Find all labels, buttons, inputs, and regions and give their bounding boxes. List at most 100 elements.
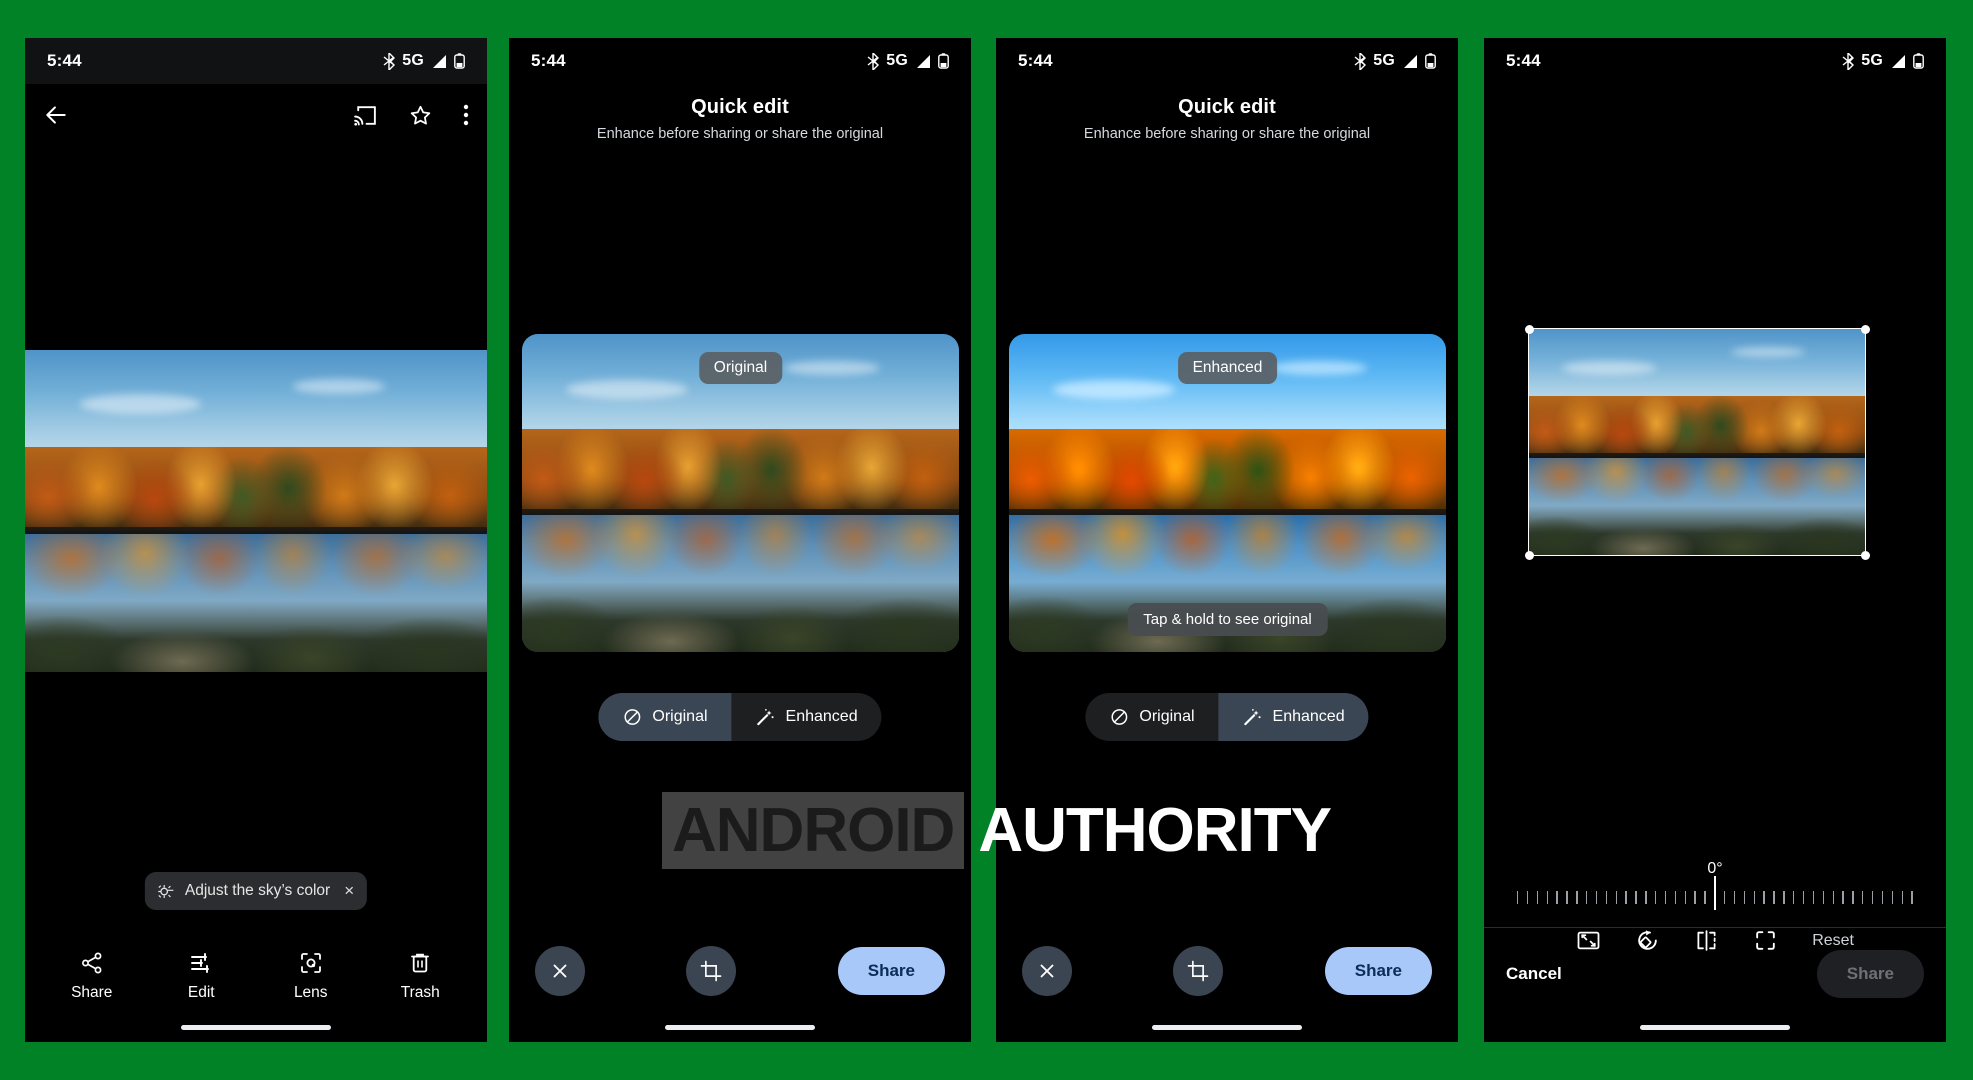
phone-panel-crop-editor: 5:44 5G 0° Reset Cancel Share <box>1484 38 1946 1042</box>
status-time: 5:44 <box>1018 51 1053 70</box>
crop-handle-top-right[interactable] <box>1860 324 1870 334</box>
bluetooth-icon <box>1842 52 1855 70</box>
bluetooth-icon <box>867 52 880 70</box>
bluetooth-icon <box>383 52 396 70</box>
ruler-tick <box>1901 890 1903 904</box>
status-bar: 5:44 5G <box>1484 38 1946 84</box>
home-indicator[interactable] <box>181 1025 331 1030</box>
close-icon <box>1040 964 1054 978</box>
ruler-tick <box>1625 890 1627 904</box>
share-button[interactable]: Share <box>1324 947 1432 995</box>
ruler-tick <box>1664 890 1667 904</box>
battery-icon <box>1425 53 1436 69</box>
crop-rotate-app: 5:44 5G 0° Reset Cancel Share <box>1484 38 1946 1042</box>
photos-viewer-app: 5:44 5G Adjust the sky’s color × Share E… <box>25 38 487 1042</box>
close-icon[interactable]: × <box>344 881 354 901</box>
magic-wand-icon <box>1243 707 1263 727</box>
crop-handle-bottom-left[interactable] <box>1524 550 1534 560</box>
signal-icon <box>1890 54 1906 69</box>
ruler-tick <box>1881 890 1884 904</box>
ruler-tick <box>1743 890 1746 904</box>
cancel-button[interactable]: Cancel <box>1506 964 1562 984</box>
nav-item-share[interactable]: Share <box>49 951 135 1002</box>
ruler-tick <box>1546 890 1548 904</box>
page-title: Quick edit <box>1178 96 1276 118</box>
close-icon <box>553 964 567 978</box>
phone-panel-quick-edit-enhanced: 5:44 5G Quick edit Enhance before sharin… <box>996 38 1458 1042</box>
share-icon <box>80 951 104 975</box>
page-subtitle: Enhance before sharing or share the orig… <box>596 126 884 142</box>
crop-frame <box>1524 324 1870 560</box>
crop-button[interactable] <box>686 946 737 996</box>
phone-panel-photo-viewer: 5:44 5G Adjust the sky’s color × Share E… <box>25 38 487 1042</box>
ruler-tick <box>1763 890 1765 904</box>
ruler-tick <box>1674 890 1677 904</box>
suggestion-chip[interactable]: Adjust the sky’s color × <box>144 872 368 910</box>
tree-line-region <box>1009 429 1446 513</box>
battery-icon <box>1913 53 1924 69</box>
share-button-disabled[interactable]: Share <box>1816 950 1924 998</box>
lens-icon <box>299 951 323 975</box>
crop-area[interactable] <box>1524 324 1870 560</box>
quick-edit-header: Quick edit Enhance before sharing or sha… <box>509 96 971 142</box>
close-button[interactable] <box>1022 946 1072 996</box>
quick-edit-action-bar: Share <box>996 946 1458 996</box>
toggle-label-enhanced: Enhanced <box>785 708 858 725</box>
rotation-slider-thumb[interactable] <box>1714 876 1716 910</box>
no-effect-icon <box>1109 707 1129 727</box>
quick-edit-app-enhanced: 5:44 5G Quick edit Enhance before sharin… <box>996 38 1458 1042</box>
photo-hint-tooltip: Tap & hold to see original <box>1127 603 1328 636</box>
phone-panel-quick-edit-original: 5:44 5G Quick edit Enhance before sharin… <box>509 38 971 1042</box>
original-enhanced-toggle: Original Enhanced <box>598 693 882 741</box>
network-type-label: 5G <box>886 52 908 69</box>
nav-item-edit[interactable]: Edit <box>158 951 244 1002</box>
sky-color-icon <box>156 882 175 901</box>
ruler-tick <box>1822 890 1825 904</box>
ruler-tick <box>1635 890 1637 904</box>
photo-image[interactable] <box>25 350 487 672</box>
ruler-tick <box>1793 890 1795 904</box>
nav-label-trash: Trash <box>400 984 440 1001</box>
crop-handle-top-left[interactable] <box>1524 324 1534 334</box>
autumn-lake-photo <box>25 350 487 672</box>
nav-item-trash[interactable]: Trash <box>377 951 463 1002</box>
toggle-option-enhanced[interactable]: Enhanced <box>732 693 882 741</box>
crop-icon <box>701 960 722 982</box>
star-icon[interactable] <box>408 103 433 128</box>
ruler-tick <box>1802 890 1805 904</box>
viewer-toolbar <box>25 84 487 146</box>
photo-preview[interactable]: Original <box>522 334 959 652</box>
close-button[interactable] <box>535 946 585 996</box>
photo-state-badge: Original <box>698 352 783 384</box>
status-bar: 5:44 5G <box>509 38 971 84</box>
nav-label-lens: Lens <box>293 984 328 1001</box>
home-indicator[interactable] <box>1152 1025 1302 1030</box>
more-vert-icon[interactable] <box>463 103 469 127</box>
tune-icon <box>189 951 213 975</box>
toggle-label-original: Original <box>652 708 708 725</box>
ruler-tick <box>1517 890 1519 904</box>
toggle-option-original[interactable]: Original <box>1085 693 1218 741</box>
quick-edit-header: Quick edit Enhance before sharing or sha… <box>996 96 1458 142</box>
toggle-option-enhanced[interactable]: Enhanced <box>1218 693 1369 741</box>
nav-item-lens[interactable]: Lens <box>268 951 354 1002</box>
crop-button[interactable] <box>1173 946 1224 996</box>
ruler-tick <box>1536 890 1539 904</box>
ruler-tick <box>1586 890 1588 904</box>
cast-icon[interactable] <box>353 103 378 128</box>
ruler-tick <box>1615 890 1617 904</box>
home-indicator[interactable] <box>665 1025 815 1030</box>
ruler-tick <box>1862 890 1864 904</box>
ruler-tick <box>1773 890 1775 904</box>
crop-handle-bottom-right[interactable] <box>1860 550 1870 560</box>
toggle-option-original[interactable]: Original <box>598 693 732 741</box>
status-icons: 5G <box>1842 52 1924 70</box>
home-indicator[interactable] <box>1640 1025 1790 1030</box>
back-arrow-icon[interactable] <box>43 102 69 128</box>
photo-preview[interactable]: Enhanced Tap & hold to see original <box>1009 334 1446 652</box>
quick-edit-action-bar: Share <box>509 946 971 996</box>
ruler-tick <box>1704 890 1706 904</box>
share-button[interactable]: Share <box>837 947 945 995</box>
ruler-tick <box>1595 890 1598 904</box>
ruler-tick <box>1526 890 1529 904</box>
